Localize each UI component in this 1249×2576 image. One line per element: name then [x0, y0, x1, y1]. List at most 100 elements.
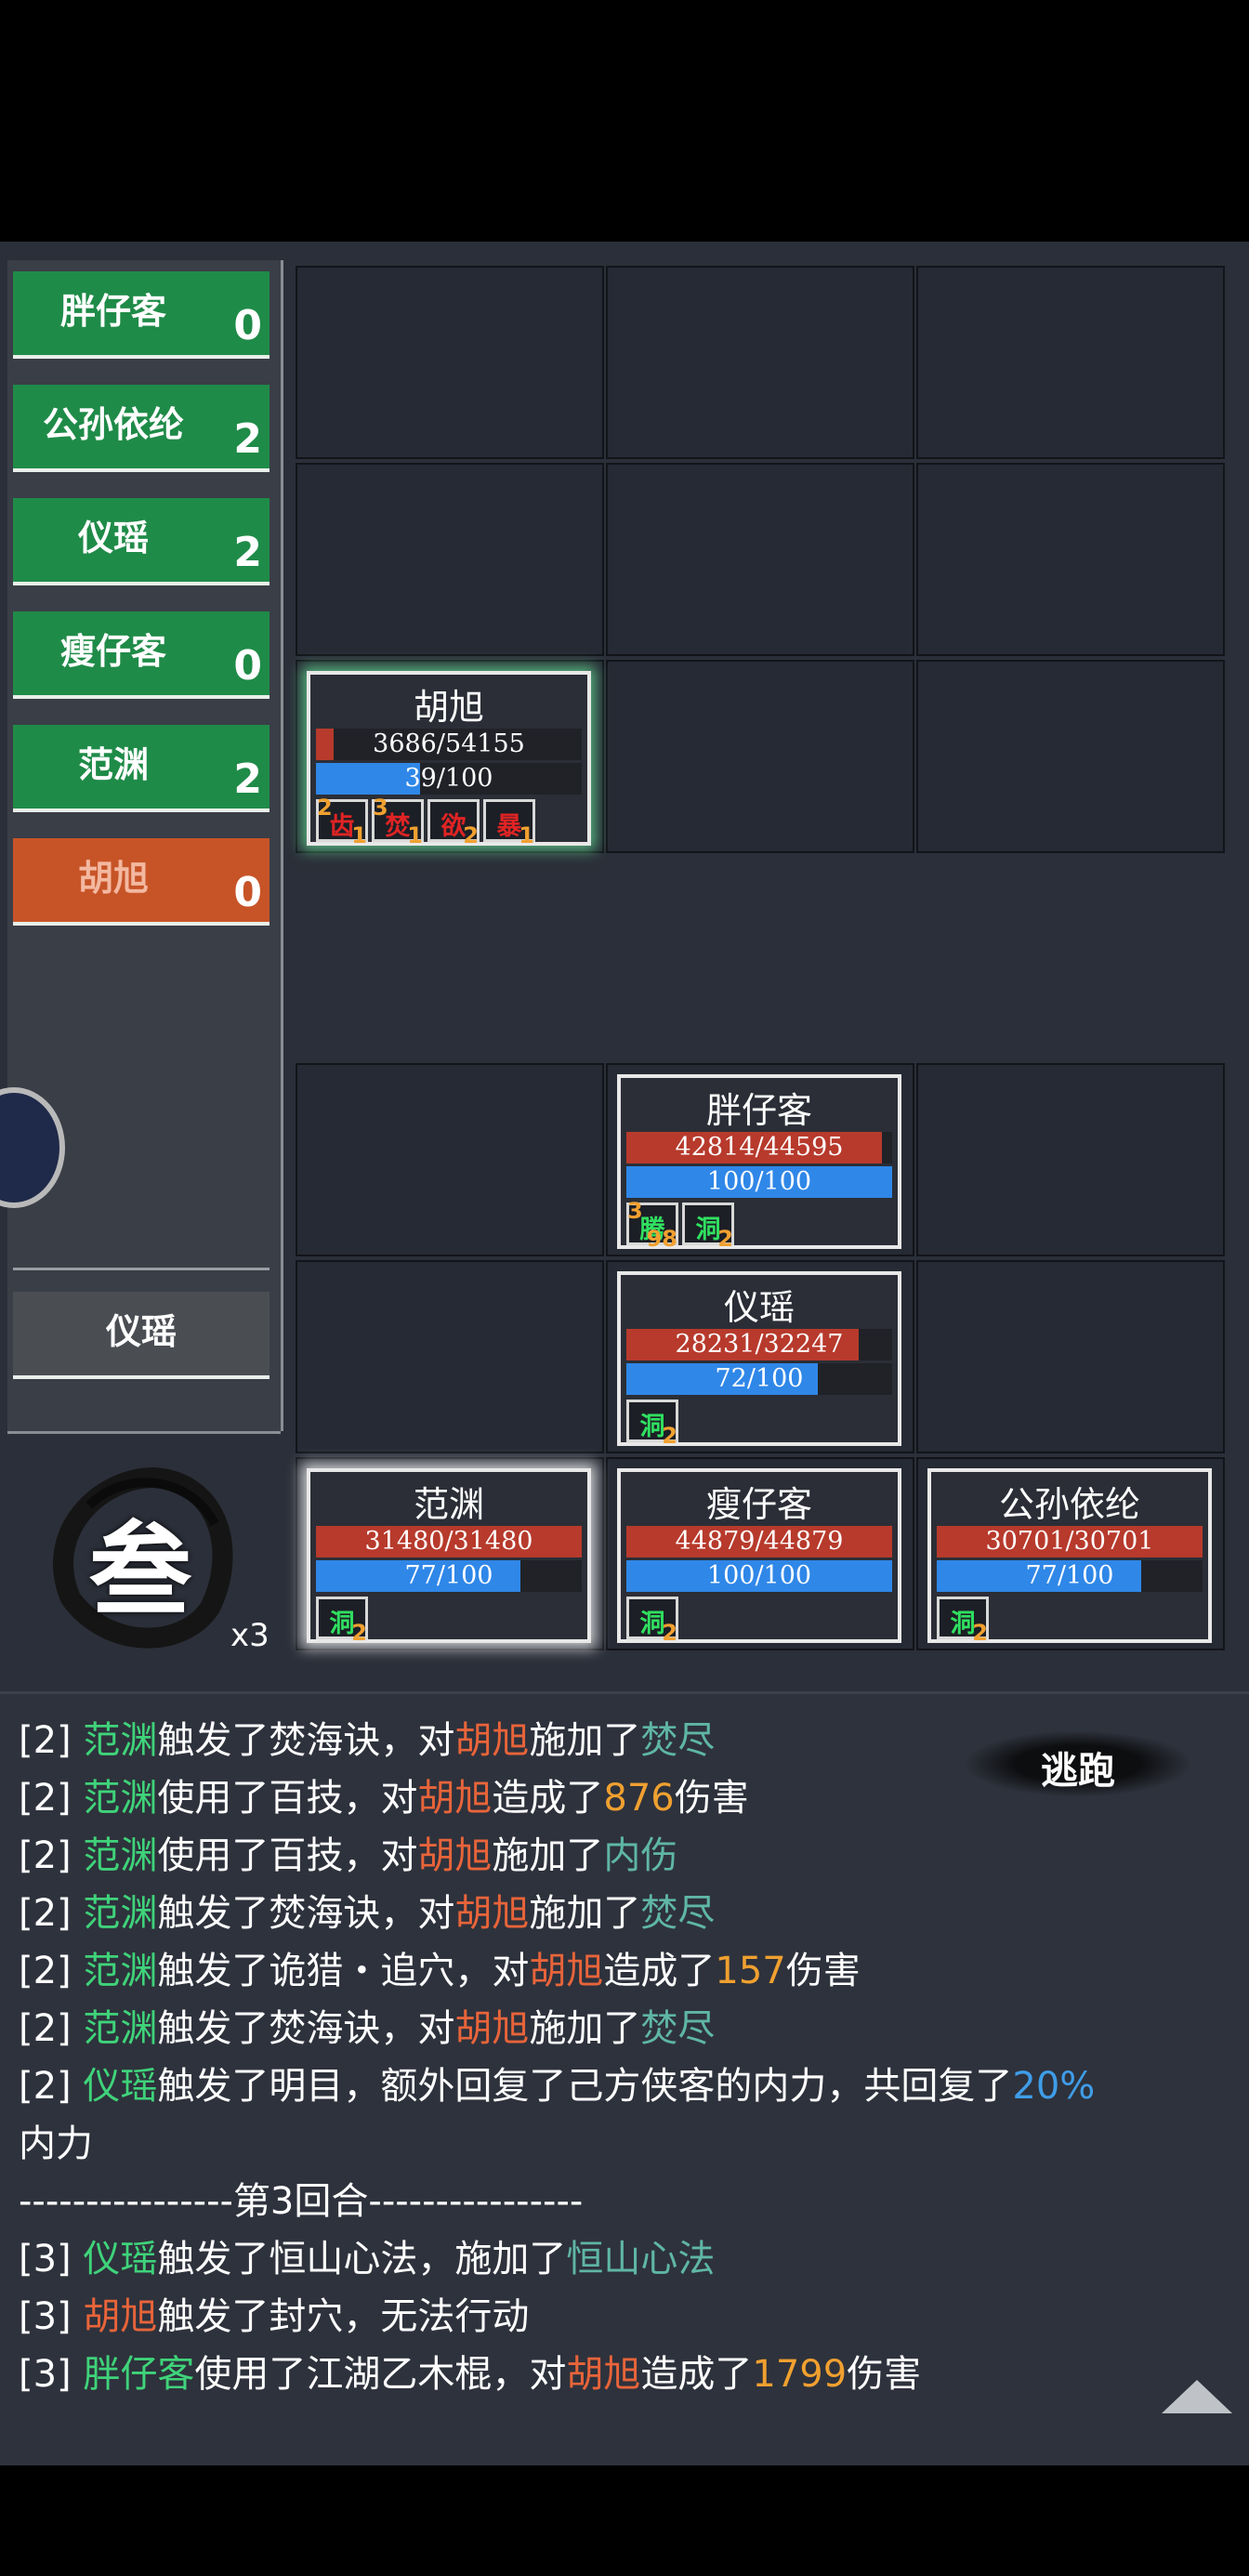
log-segment: 伤害: [674, 1777, 749, 1820]
status-icon[interactable]: 洞2: [937, 1597, 989, 1646]
ally-card[interactable]: 公孙依纶 30701/30701 77/100 洞2: [927, 1468, 1212, 1646]
ally-slot[interactable]: [916, 1063, 1225, 1256]
ally-card-active[interactable]: 范渊 31480/31480 77/100 洞2: [307, 1468, 591, 1646]
log-segment: 造成了: [640, 2353, 753, 2396]
buff-turns: 2: [463, 822, 479, 848]
turn-order-item-huxu[interactable]: 胡旭 0: [13, 838, 270, 926]
status-icon[interactable]: 洞2: [316, 1597, 368, 1646]
buff-turns: 2: [351, 1620, 367, 1646]
hp-bar: 44879/44879: [626, 1526, 892, 1557]
log-segment: 焚尽: [640, 2007, 716, 2050]
log-segment: 伤害: [847, 2353, 922, 2396]
enemy-slot[interactable]: [296, 463, 604, 656]
buff-turns: 1: [519, 822, 534, 848]
log-segment: 范渊: [83, 2007, 158, 2050]
turn-order-count: 0: [233, 642, 262, 690]
enemy-slot[interactable]: [916, 660, 1225, 853]
ally-slot[interactable]: [916, 1260, 1225, 1453]
log-segment: 胡旭: [454, 1719, 530, 1762]
battle-screen: 胖仔客 0 公孙依纶 2 仪瑶 2 瘦仔客 0 范渊 2 胡旭 0 仪瑶 叁 x…: [0, 242, 1249, 2465]
ally-slot[interactable]: [296, 1260, 604, 1453]
log-segment: 施加了: [529, 1719, 641, 1762]
unit-name: 胖仔客: [705, 1090, 812, 1131]
turn-order-item-yiyao[interactable]: 仪瑶 2: [13, 498, 270, 585]
log-segment: 范渊: [83, 1719, 158, 1762]
buff-turns: 2: [972, 1620, 988, 1646]
status-icon[interactable]: 暴1: [483, 799, 535, 848]
turn-order-item-panzaike[interactable]: 胖仔客 0: [13, 271, 270, 359]
log-segment: 施加了: [492, 1834, 604, 1877]
turn-order-name: 瘦仔客: [59, 631, 166, 672]
status-icon[interactable]: 3焚1: [372, 795, 424, 848]
turn-order-item-gongsun[interactable]: 公孙依纶 2: [13, 385, 270, 472]
escape-button[interactable]: 逃跑: [966, 1731, 1190, 1796]
mp-bar: 77/100: [316, 1560, 582, 1592]
log-segment: ----------------第3回合----------------: [19, 2180, 584, 2223]
turn-order-item-shouzaike[interactable]: 瘦仔客 0: [13, 611, 270, 699]
log-line: [3] 胡旭触发了封穴，无法行动: [19, 2289, 529, 2345]
hp-text: 42814/44595: [675, 1133, 844, 1162]
log-segment: 157: [715, 1950, 786, 1992]
ally-card[interactable]: 瘦仔客 44879/44879 100/100 洞2: [617, 1468, 901, 1646]
status-icon[interactable]: 欲2: [427, 799, 480, 848]
current-actor-name: 仪瑶: [105, 1311, 177, 1352]
mp-bar: 100/100: [626, 1166, 892, 1198]
mp-bar: 77/100: [937, 1560, 1203, 1592]
log-segment: 焚尽: [640, 1892, 716, 1935]
unit-name: 瘦仔客: [705, 1484, 812, 1525]
turn-order-count: 0: [233, 869, 262, 916]
log-segment: 恒山心法: [566, 2238, 716, 2280]
log-line: [2] 仪瑶触发了明目，额外回复了己方侠客的内力，共回复了20%: [19, 2058, 1095, 2114]
log-segment: 胡旭: [454, 1892, 530, 1935]
status-icon[interactable]: 洞2: [626, 1597, 678, 1646]
scroll-up-arrow-icon[interactable]: [1162, 2380, 1232, 2413]
status-icon[interactable]: 洞2: [682, 1203, 734, 1252]
turn-order-name: 公孙依纶: [42, 404, 184, 445]
turn-order-item-fanyuan[interactable]: 范渊 2: [13, 725, 270, 812]
enemy-slot[interactable]: [916, 463, 1225, 656]
mp-bar: 100/100: [626, 1560, 892, 1592]
log-segment: 触发了恒山心法，施加了: [157, 2238, 567, 2280]
mp-text: 100/100: [706, 1167, 812, 1196]
current-actor-label[interactable]: 仪瑶: [13, 1292, 270, 1379]
log-segment: 施加了: [529, 1892, 641, 1935]
unit-name: 仪瑶: [723, 1287, 795, 1328]
mp-text: 100/100: [706, 1561, 812, 1590]
log-segment: [2]: [19, 1834, 84, 1877]
turn-order-name: 胡旭: [77, 858, 149, 899]
ally-card[interactable]: 胖仔客 42814/44595 100/100 3 腾 98 洞2: [617, 1074, 901, 1252]
log-segment: 1799: [752, 2353, 848, 2396]
enemy-slot[interactable]: [916, 266, 1225, 459]
log-segment: [3]: [19, 2238, 84, 2280]
enemy-card[interactable]: 胡旭 3686/54155 39/100 2齿1 3焚1 欲2 暴1: [307, 671, 591, 848]
combat-log-panel[interactable]: 逃跑 [2] 范渊触发了焚海诀，对胡旭施加了焚尽 [2] 范渊使用了百技，对胡旭造…: [0, 1691, 1249, 2465]
enemy-slot[interactable]: [606, 660, 914, 853]
log-segment: 胡旭: [529, 1950, 604, 1992]
status-icon[interactable]: 3 腾 98: [626, 1198, 678, 1252]
log-segment: 触发了诡猎・追穴，对: [157, 1950, 530, 1992]
mp-bar: 72/100: [626, 1363, 892, 1395]
log-segment: 触发了封穴，无法行动: [157, 2295, 530, 2338]
status-icon[interactable]: 洞2: [626, 1400, 678, 1449]
ally-card[interactable]: 仪瑶 28231/32247 72/100 洞2: [617, 1271, 901, 1449]
sidebar-divider: [13, 1268, 270, 1270]
log-segment: 范渊: [83, 1777, 158, 1820]
buff-turns: 2: [717, 1226, 733, 1252]
unit-name: 公孙依纶: [998, 1484, 1140, 1525]
log-segment: 触发了明目，额外回复了己方侠客的内力，共回复了: [157, 2065, 1013, 2108]
ally-slot[interactable]: [296, 1063, 604, 1256]
hp-text: 3686/54155: [373, 729, 525, 758]
log-line: [3] 仪瑶触发了恒山心法，施加了恒山心法: [19, 2231, 715, 2287]
enemy-slot[interactable]: [606, 463, 914, 656]
unit-name: 范渊: [413, 1484, 484, 1525]
enemy-slot[interactable]: [296, 266, 604, 459]
status-icon[interactable]: 2齿1: [316, 795, 368, 848]
log-segment: [3]: [19, 2295, 84, 2338]
log-segment: 范渊: [83, 1892, 158, 1935]
enemy-slot[interactable]: [606, 266, 914, 459]
log-segment: [2]: [19, 1892, 84, 1935]
log-segment: 876: [603, 1777, 675, 1820]
hp-bar: 31480/31480: [316, 1526, 582, 1557]
log-line: [2] 范渊触发了焚海诀，对胡旭施加了焚尽: [19, 1886, 715, 1941]
skill-emblem[interactable]: 叁: [33, 1450, 247, 1663]
